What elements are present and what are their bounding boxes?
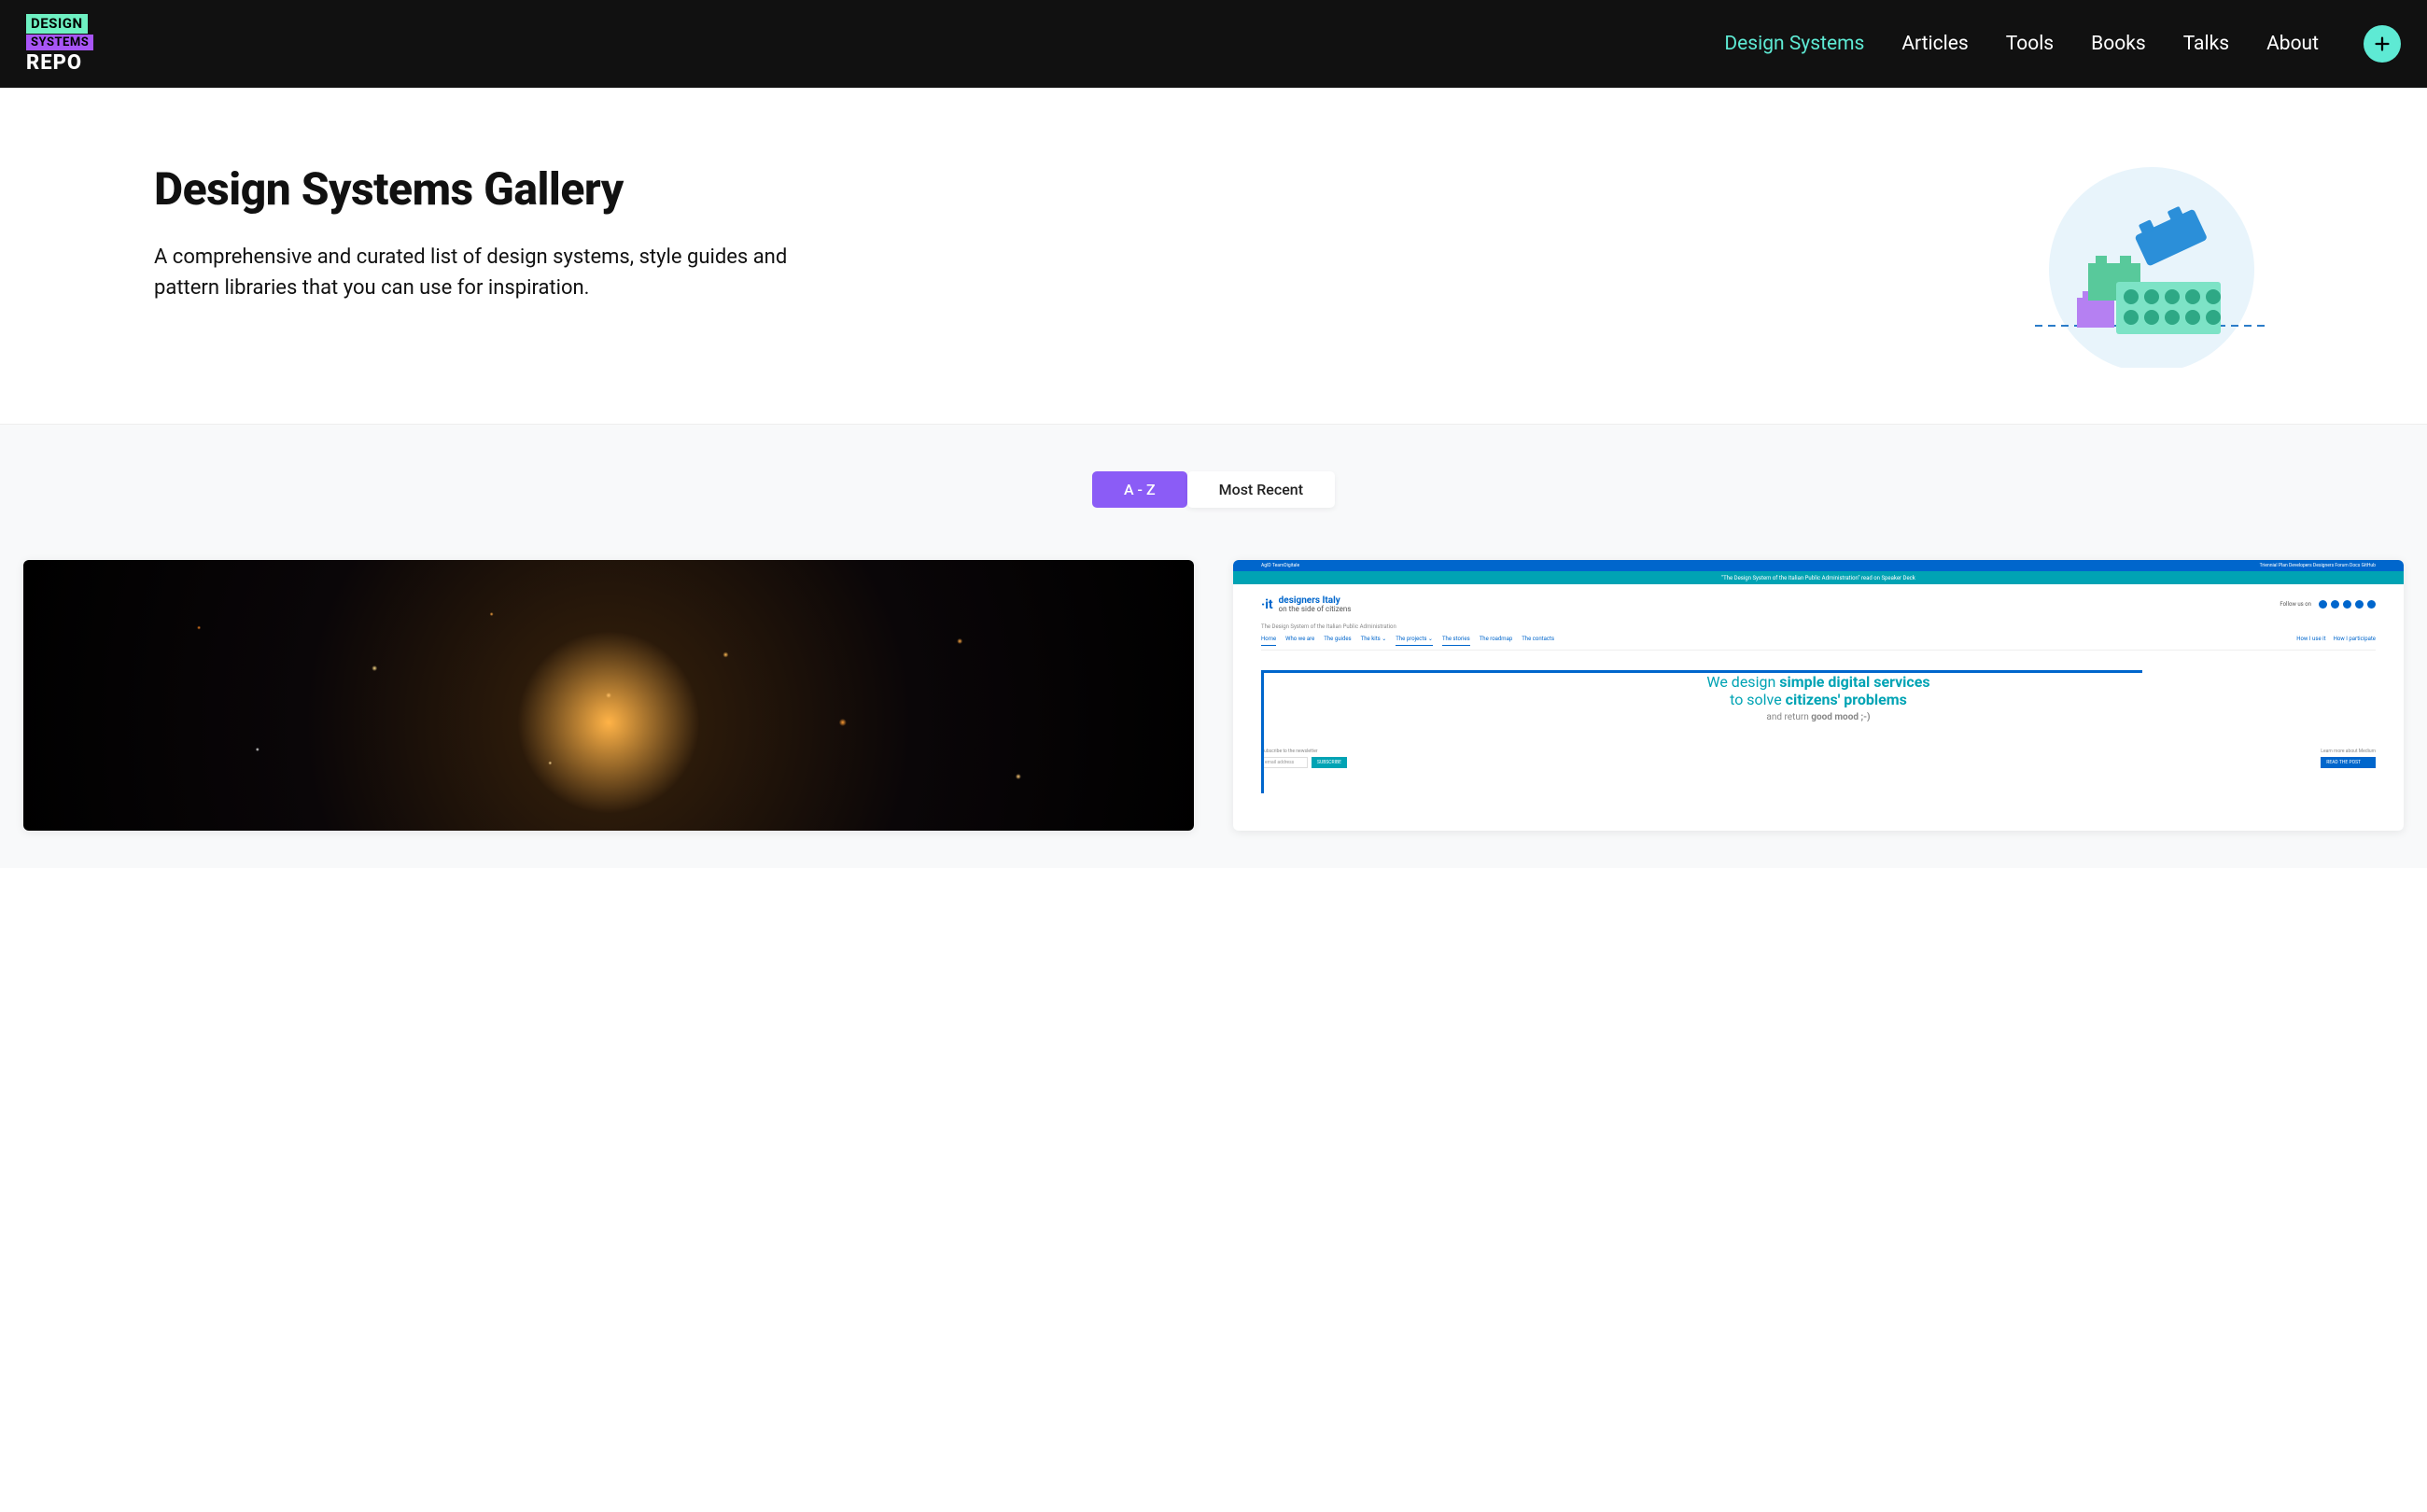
logo-line-3: REPO [26,53,93,74]
tab-most-recent[interactable]: Most Recent [1187,471,1335,508]
social-icon [2343,600,2351,609]
cards-grid: AgID TeamDigitale Triennial Plan Develop… [23,560,2404,831]
card-nav-item: Home [1261,636,1276,646]
add-button[interactable] [2364,25,2401,63]
logo-line-1: DESIGN [26,14,88,34]
social-icon [2355,600,2364,609]
logo[interactable]: DESIGN SYSTEMS REPO [26,14,93,74]
card-nav-item: How I use it [2296,636,2325,644]
plus-icon [2372,34,2392,54]
card-frame-decoration [1261,670,2142,793]
lego-blocks-icon [2030,162,2273,368]
card-logo: ·it designers Italy on the side of citiz… [1261,595,1351,614]
card-nav-item: The contacts [1522,636,1554,646]
tab-az[interactable]: A - Z [1092,471,1187,508]
card-nav-item: The kits ⌄ [1361,636,1387,646]
page-subtitle: A comprehensive and curated list of desi… [154,242,807,303]
site-header: DESIGN SYSTEMS REPO Design Systems Artic… [0,0,2427,88]
hero-illustration [2030,162,2273,368]
card-topbar-left: AgID TeamDigitale [1261,563,1299,568]
nav-design-systems[interactable]: Design Systems [1724,33,1864,55]
card-nav-item: The projects ⌄ [1396,636,1433,646]
card-topbar-right: Triennial Plan Developers Designers Foru… [2260,563,2376,568]
card-nav-item: How I participate [2334,636,2376,644]
logo-line-2: SYSTEMS [26,35,93,50]
card-nav-item: The guides [1324,636,1351,646]
card-topbar: AgID TeamDigitale Triennial Plan Develop… [1233,560,2404,571]
nav-articles[interactable]: Articles [1901,33,1968,55]
sort-tabs: A - Z Most Recent [23,471,2404,508]
card-logo-mark: ·it [1261,597,1273,612]
card-nav-item: Who we are [1285,636,1314,646]
nav-about[interactable]: About [2266,33,2319,55]
card-banner-text: "The Design System of the Italian Public… [1721,575,1915,581]
page-title: Design Systems Gallery [154,162,807,216]
learn-button: READ THE POST [2321,757,2376,768]
nav-books[interactable]: Books [2091,33,2146,55]
social-icon [2331,600,2339,609]
nav-talks[interactable]: Talks [2183,33,2229,55]
learn-label: Learn more about Medium [2321,749,2376,754]
gallery-section: A - Z Most Recent AgID TeamDigitale Trie… [0,425,2427,868]
follow-label: Follow us on [2280,601,2311,608]
card-social: Follow us on [2280,600,2376,609]
nav-tools[interactable]: Tools [2006,33,2054,55]
social-icon [2367,600,2376,609]
hero-section: Design Systems Gallery A comprehensive a… [0,88,2427,425]
card-nav: Home Who we are The guides The kits ⌄ Th… [1261,636,2376,651]
card-tagline: The Design System of the Italian Public … [1261,623,2376,630]
card-logo-sub: on the side of citizens [1279,605,1352,613]
main-nav: Design Systems Articles Tools Books Talk… [1724,25,2401,63]
card-body: ·it designers Italy on the side of citiz… [1233,584,2404,831]
card-banner: "The Design System of the Italian Public… [1233,571,2404,584]
card-nav-item: The stories [1442,636,1470,646]
social-icon [2319,600,2327,609]
card-nav-item: The roadmap [1480,636,1513,646]
card-item[interactable]: AgID TeamDigitale Triennial Plan Develop… [1233,560,2404,831]
card-item[interactable] [23,560,1194,831]
